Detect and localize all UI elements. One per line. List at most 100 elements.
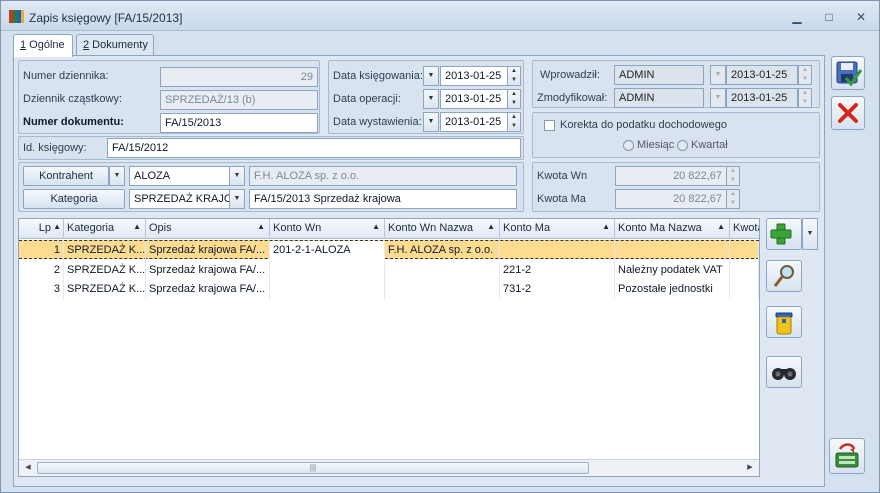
tab-dokumenty[interactable]: 2 Dokumenty [76, 34, 154, 56]
cell-konto-wn-nazwa [385, 280, 500, 299]
numer-dziennika-label: Numer dziennika: [23, 70, 109, 82]
cell-opis: Sprzedaż krajowa FA/... [146, 280, 270, 299]
kontrahent-button[interactable]: Kontrahent [23, 166, 109, 186]
cell-konto-ma: 221-2 [500, 261, 615, 280]
sort-asc-icon: ▲ [257, 222, 265, 231]
data-operacji-field[interactable]: 2013-01-25 [440, 89, 508, 109]
general-panel: Numer dziennika: 29 Dziennik cząstkowy: … [13, 55, 825, 487]
cell-opis: Sprzedaż krajowa FA/... [146, 241, 270, 260]
kategoria-desc-field[interactable]: FA/15/2013 Sprzedaż krajowa [249, 189, 517, 209]
data-wystawienia-spinner[interactable]: ▲ ▼ [507, 112, 521, 132]
cell-konto-ma [500, 241, 615, 260]
numer-dziennika-field: 29 [160, 67, 318, 87]
data-wystawienia-dropdown[interactable]: ▼ [423, 112, 439, 132]
horizontal-scrollbar[interactable]: ◀ ||| ▶ [19, 459, 759, 476]
cell-lp: 1 [19, 241, 64, 260]
cell-lp: 2 [19, 261, 64, 280]
wprowadzil-date-spinner: ▲ ▼ [798, 65, 812, 85]
col-opis-header[interactable]: Opis ▲ [146, 219, 270, 239]
zmodyfikowal-date-field: 2013-01-25 [726, 88, 798, 108]
export-button[interactable] [829, 438, 865, 474]
cancel-button[interactable] [831, 96, 865, 130]
col-konto-wn-label: Konto Wn [273, 222, 322, 234]
numer-dokumentu-field[interactable]: FA/15/2013 [160, 113, 318, 133]
add-entry-button[interactable] [766, 218, 802, 250]
data-wystawienia-field[interactable]: 2013-01-25 [440, 112, 508, 132]
add-icon [770, 223, 792, 245]
kontrahent-code-field[interactable]: ALOZA [129, 166, 233, 186]
cell-kwota [730, 261, 759, 280]
sort-asc-icon: ▲ [717, 222, 725, 231]
minimize-button[interactable]: ▁ [786, 8, 808, 26]
data-ksiegowania-label: Data księgowania: [333, 70, 423, 82]
col-konto-wn-nazwa-label: Konto Wn Nazwa [388, 222, 473, 234]
data-operacji-spinner[interactable]: ▲ ▼ [507, 89, 521, 109]
title-bar: Zapis księgowy [FA/15/2013] ▁ □ ✕ [1, 1, 879, 31]
data-ksiegowania-dropdown[interactable]: ▼ [423, 66, 439, 86]
zmodyfikowal-user-field: ADMIN [614, 88, 704, 108]
numer-dokumentu-label: Numer dokumentu: [23, 116, 124, 128]
kwota-wn-label: Kwota Wn [537, 170, 588, 182]
id-ksiegowy-group: Id. księgowy: FA/15/2012 [18, 136, 524, 160]
scroll-right-icon[interactable]: ▶ [742, 461, 758, 475]
kontrahent-options-dropdown[interactable]: ▼ [109, 166, 125, 186]
edit-entry-button[interactable] [766, 260, 802, 292]
cell-konto-wn-nazwa [385, 261, 500, 280]
id-ksiegowy-field[interactable]: FA/15/2012 [107, 138, 521, 158]
data-wystawienia-label: Data wystawienia: [333, 116, 422, 128]
data-operacji-label: Data operacji: [333, 93, 401, 105]
kategoria-button[interactable]: Kategoria [23, 189, 125, 209]
find-entry-button[interactable] [766, 356, 802, 388]
cell-konto-wn [270, 261, 385, 280]
books-icon [9, 10, 25, 23]
kwartal-label: Kwartał [691, 139, 728, 151]
col-konto-wn-header[interactable]: Konto Wn ▲ [270, 219, 385, 239]
grid-header: Lp ▲ Kategoria ▲ Opis ▲ Konto Wn ▲ Konto Wn … [19, 219, 759, 239]
col-kwota-label: Kwota [733, 222, 759, 234]
col-konto-ma-header[interactable]: Konto Ma ▲ [500, 219, 615, 239]
sort-asc-icon: ▲ [372, 222, 380, 231]
dziennik-czastkowy-field: SPRZEDAŻ/13 (b) [160, 90, 318, 110]
col-konto-ma-label: Konto Ma [503, 222, 551, 234]
col-konto-ma-nazwa-header[interactable]: Konto Ma Nazwa ▲ [615, 219, 730, 239]
cell-lp: 3 [19, 280, 64, 299]
cell-konto-ma-nazwa: Pozostałe jednostki [615, 280, 730, 299]
window-title: Zapis księgowy [FA/15/2013] [29, 11, 183, 25]
sort-asc-icon: ▲ [487, 222, 495, 231]
korekta-group: Korekta do podatku dochodowego Miesiąc K… [532, 112, 820, 158]
kategoria-code-field[interactable]: SPRZEDAŻ KRAJOW [129, 189, 233, 209]
kwota-ma-label: Kwota Ma [537, 193, 586, 205]
save-button[interactable] [831, 56, 865, 90]
scroll-left-icon[interactable]: ◀ [20, 461, 36, 475]
col-kwota-header[interactable]: Kwota [730, 219, 759, 239]
entries-grid[interactable]: Lp ▲ Kategoria ▲ Opis ▲ Konto Wn ▲ Konto Wn … [18, 218, 760, 477]
kontrahent-code-dropdown[interactable]: ▼ [229, 166, 245, 186]
id-ksiegowy-label: Id. księgowy: [23, 142, 87, 154]
add-options-dropdown[interactable]: ▼ [802, 218, 818, 250]
col-kategoria-header[interactable]: Kategoria ▲ [64, 219, 146, 239]
kategoria-code-dropdown[interactable]: ▼ [229, 189, 245, 209]
col-konto-wn-nazwa-header[interactable]: Konto Wn Nazwa ▲ [385, 219, 500, 239]
tab-ogolne[interactable]: 1 Ogólne [13, 34, 73, 57]
window: Zapis księgowy [FA/15/2013] ▁ □ ✕ 1 Ogól… [0, 0, 880, 493]
wprowadzil-label: Wprowadził: [540, 69, 600, 81]
korekta-checkbox[interactable] [544, 120, 555, 131]
miesiac-label: Miesiąc [637, 139, 675, 151]
save-icon [836, 61, 863, 87]
col-lp-header[interactable]: Lp ▲ [19, 219, 64, 239]
zmodyfikowal-date-spinner: ▲ ▼ [798, 88, 812, 108]
scroll-thumb[interactable]: ||| [37, 462, 589, 474]
data-operacji-dropdown[interactable]: ▼ [423, 89, 439, 109]
cell-kategoria: SPRZEDAŻ K... [64, 280, 146, 299]
data-ksiegowania-field[interactable]: 2013-01-25 [440, 66, 508, 86]
dziennik-czastkowy-label: Dziennik cząstkowy: [23, 93, 123, 105]
data-ksiegowania-spinner[interactable]: ▲ ▼ [507, 66, 521, 86]
delete-entry-button[interactable] [766, 306, 802, 338]
restore-button[interactable]: □ [818, 8, 840, 26]
sort-asc-icon: ▲ [133, 222, 141, 231]
close-button[interactable]: ✕ [850, 8, 872, 26]
table-row[interactable]: 2 SPRZEDAŻ K... Sprzedaż krajowa FA/... … [19, 261, 759, 280]
table-row[interactable]: 1 SPRZEDAŻ K... Sprzedaż krajowa FA/... … [19, 240, 759, 260]
table-row[interactable]: 3 SPRZEDAŻ K... Sprzedaż krajowa FA/... … [19, 280, 759, 299]
zmodyfikowal-date-dropdown: ▼ [710, 88, 726, 108]
